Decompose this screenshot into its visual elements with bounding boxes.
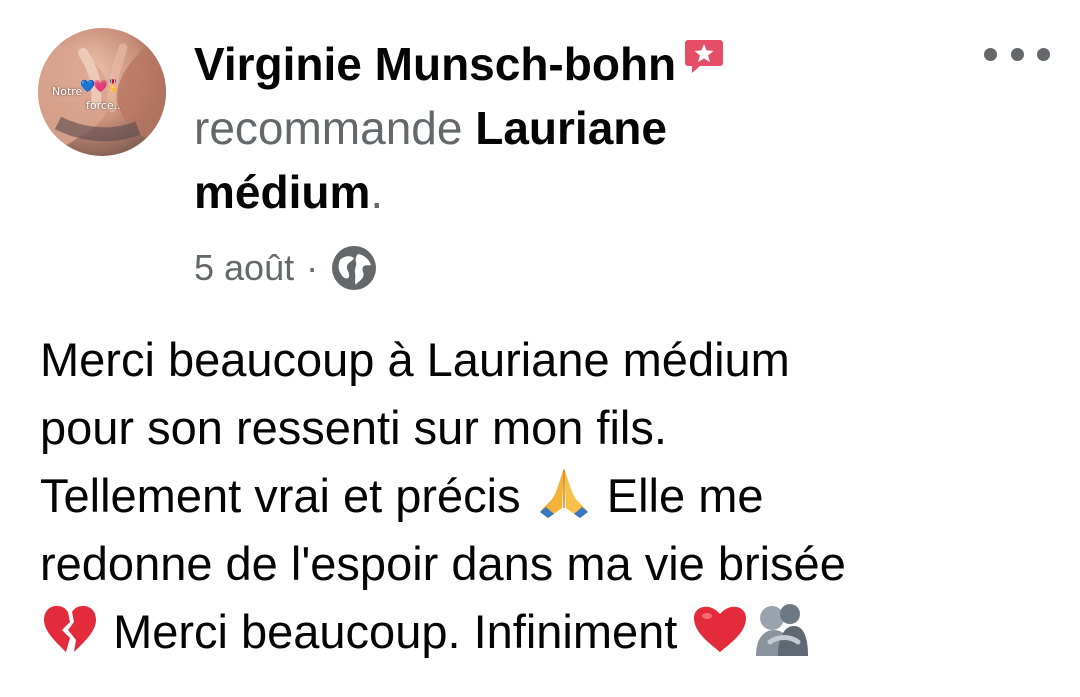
recommendation-post: Notre 💙💗🎖️ force.. Virginie Munsch-bohn … (0, 0, 1080, 697)
post-meta: 5 août · (194, 244, 378, 292)
header-line-1: Virginie Munsch-bohn (194, 32, 954, 96)
author-avatar[interactable]: Notre 💙💗🎖️ force.. (38, 28, 166, 156)
post-date[interactable]: 5 août (194, 247, 294, 289)
broken-heart-emoji (40, 598, 100, 658)
post-body: Merci beaucoup à Lauriane médium pour so… (40, 326, 1050, 666)
body-line-3: Tellement vrai et précis Elle me (40, 462, 1050, 530)
more-options-icon[interactable] (984, 36, 1050, 72)
more-dot (1010, 47, 1024, 61)
body-line-4: redonne de l'espoir dans ma vie brisée (40, 537, 846, 590)
header-end-punctuation: . (370, 166, 384, 218)
avatar-emojis: 💙💗🎖️ (80, 79, 121, 93)
body-line-1: Merci beaucoup à Lauriane médium (40, 333, 790, 386)
people-hugging-emoji (750, 598, 810, 658)
body-line-5: Merci beaucoup. Infiniment (40, 598, 1050, 666)
red-heart-emoji (690, 598, 750, 658)
avatar-caption-line1: Notre (52, 85, 83, 98)
body-line-2: pour son ressenti sur mon fils. (40, 401, 667, 454)
avatar-caption-line2: force.. (86, 99, 121, 112)
body-line-3-end: Elle me (606, 469, 764, 522)
praying-hands-emoji (534, 462, 594, 522)
recommend-verb: recommande (194, 102, 463, 154)
header-line-3: médium. (194, 160, 954, 224)
page-name-link-part1[interactable]: Lauriane (475, 102, 667, 154)
page-name-link-part2[interactable]: médium (194, 166, 370, 218)
meta-separator: · (306, 247, 319, 288)
author-name-link[interactable]: Virginie Munsch-bohn (194, 38, 676, 90)
body-line-3-start: Tellement vrai et précis (40, 469, 521, 522)
recommendation-star-icon (684, 38, 724, 74)
globe-icon[interactable] (330, 244, 378, 292)
more-dot (984, 47, 997, 61)
post-header: Virginie Munsch-bohn recommande Lauriane… (194, 32, 954, 224)
body-line-5-text: Merci beaucoup. Infiniment (113, 605, 678, 658)
more-dot (1037, 47, 1050, 61)
header-line-2: recommande Lauriane (194, 96, 954, 160)
